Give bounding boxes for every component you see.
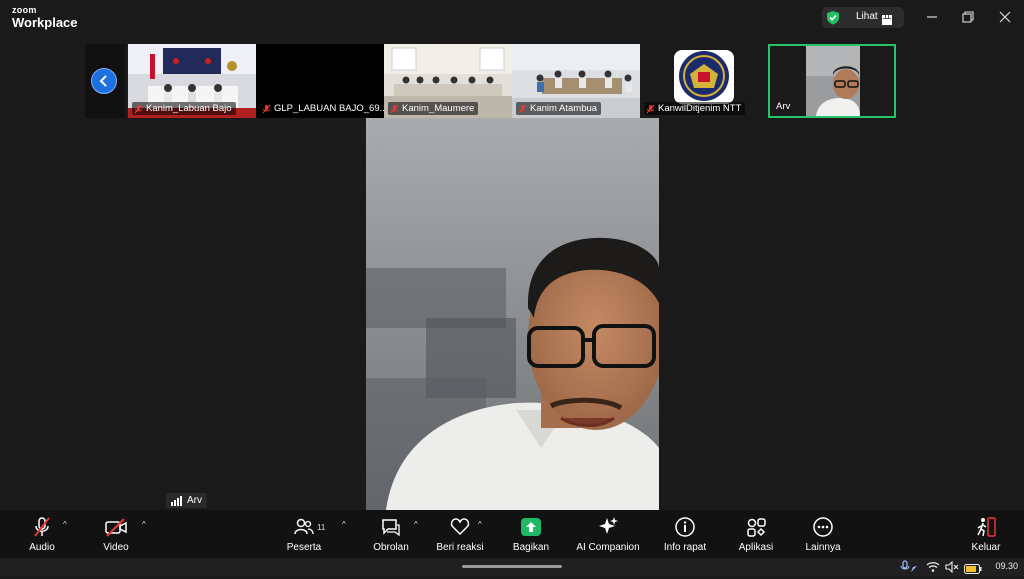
speaker-muted-icon[interactable] [945,560,959,578]
close-icon[interactable] [995,8,1015,26]
restore-icon[interactable] [958,8,978,26]
ai-companion-button[interactable]: AI Companion [574,516,642,553]
mic-muted-icon [22,516,62,538]
participant-name-tag: Kanim_Maumere [388,102,479,115]
leave-icon [966,516,1006,538]
video-label: Video [103,542,129,553]
participants-button[interactable]: Peserta [284,516,324,553]
mic-muted-icon [646,104,655,113]
view-label: Lihat [856,11,878,22]
mic-muted-icon [262,104,271,113]
participant-tile[interactable]: Kanim Atambua [512,44,640,118]
ai-companion-label: AI Companion [576,542,640,553]
participant-name: Kanim_Maumere [402,103,475,114]
main-video [366,118,659,510]
participant-name: Kanim Atambua [530,103,598,114]
participant-name: GLP_LABUAN BAJO_69... [274,103,384,114]
participants-count: 11 [317,523,326,532]
meeting-toolbar: Audio ^ Video ^ Peserta 11 ^ Obrolan ^ B… [0,510,1024,558]
info-icon [661,516,709,538]
chevron-left-icon [99,75,107,87]
leave-label: Keluar [971,542,1001,553]
more-label: Lainnya [805,542,841,553]
wifi-icon[interactable] [926,560,940,578]
more-button[interactable]: Lainnya [803,516,843,553]
view-button[interactable]: Lihat [822,7,904,28]
title-bar: zoom Workplace Lihat [0,0,1024,34]
minimize-icon[interactable] [922,8,942,26]
apps-button[interactable]: Aplikasi [736,516,776,553]
mic-muted-icon [390,104,399,113]
audio-button[interactable]: Audio [22,516,62,553]
apps-icon [736,516,776,538]
participant-name: KanwilDitjenim NTT [658,103,742,114]
previous-page-button[interactable] [91,68,117,94]
app-logo: zoom Workplace [12,5,78,30]
participant-name: Kanim_Labuan Bajo [146,103,232,114]
mic-muted-icon [518,104,527,113]
battery-icon[interactable] [964,561,982,579]
speaker-name-badge: Arv [166,493,207,508]
participant-tile[interactable]: Kanim_Maumere [384,44,512,118]
mic-muted-icon [134,104,143,113]
meeting-info-label: Info rapat [663,542,707,553]
participant-tile[interactable]: GLP_LABUAN BAJO_69... [256,44,384,118]
participant-tile[interactable]: Kanim_Labuan Bajo [128,44,256,118]
share-screen-button[interactable]: Bagikan [510,516,552,553]
brand-bottom: Workplace [12,15,78,30]
chat-button[interactable]: Obrolan [371,516,411,553]
participant-tile-active[interactable]: Arv [768,44,896,118]
mic-location-icon[interactable] [900,560,918,579]
participant-name: Arv [776,101,791,112]
share-screen-icon [510,516,552,538]
participants-label: Peserta [286,542,322,553]
home-indicator[interactable] [462,565,562,568]
sparkle-icon [574,516,642,538]
participant-name-tag: Arv [774,100,794,113]
reactions-label: Beri reaksi [436,542,484,553]
clock-time: 09.30 [995,561,1018,571]
participant-name-tag: Kanim Atambua [516,102,602,115]
video-button[interactable]: Video [96,516,136,553]
participant-name-tag: Kanim_Labuan Bajo [132,102,236,115]
audio-options-chevron-up-icon[interactable]: ^ [63,520,67,529]
share-label: Bagikan [512,542,550,553]
video-options-chevron-up-icon[interactable]: ^ [142,520,146,529]
more-icon [803,516,843,538]
brand-top: zoom [12,5,37,15]
leave-meeting-button[interactable]: Keluar [966,516,1006,553]
audio-label: Audio [29,542,55,553]
participant-name-tag: KanwilDitjenim NTT [644,102,746,115]
participants-options-chevron-up-icon[interactable]: ^ [342,520,346,529]
apps-label: Aplikasi [738,542,774,553]
chat-options-chevron-up-icon[interactable]: ^ [414,520,418,529]
grid-icon [882,12,892,30]
shield-check-icon [826,10,840,30]
meeting-info-button[interactable]: Info rapat [661,516,709,553]
speaker-video-frame [366,118,659,510]
participant-name-tag: GLP_LABUAN BAJO_69... [260,102,384,115]
chat-icon [371,516,411,538]
speaker-name: Arv [187,495,202,506]
chat-label: Obrolan [373,542,409,553]
video-off-icon [96,516,136,538]
signal-strength-icon [171,495,182,506]
reactions-options-chevron-up-icon[interactable]: ^ [478,520,482,529]
participant-tile[interactable]: KanwilDitjenim NTT [640,44,768,118]
